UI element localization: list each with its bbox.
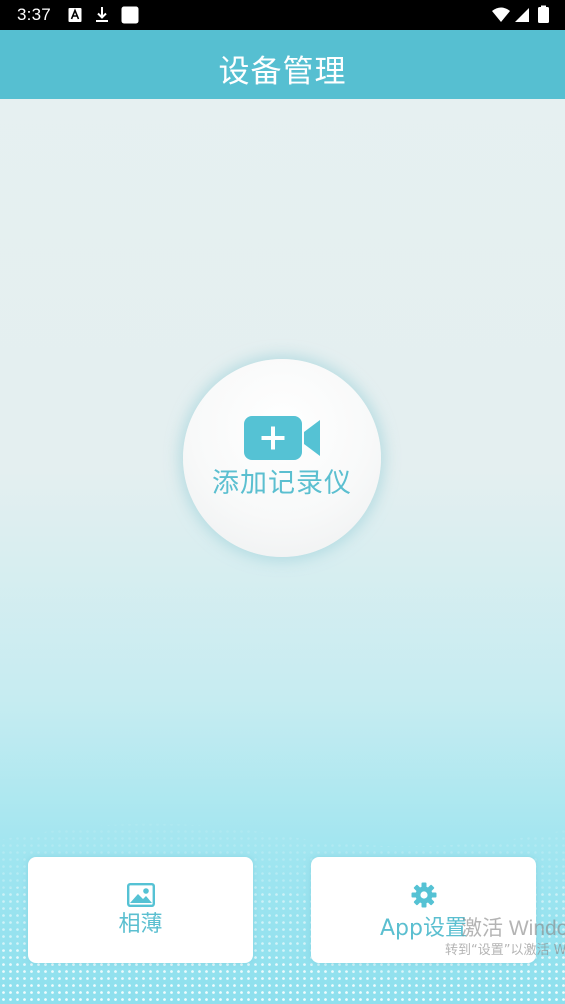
image-icon <box>126 883 155 907</box>
video-camera-add-icon <box>244 416 320 460</box>
device-management-screen: 3:37 设备管理 添加记录仪 相薄 App设置 激活 Windo 转到“设置”… <box>0 0 565 1004</box>
font-notification-icon <box>68 8 82 22</box>
add-recorder-label: 添加记录仪 <box>212 468 352 499</box>
app-header: 设备管理 <box>0 30 565 99</box>
windows-activation-watermark-title: 激活 Windows <box>461 917 565 940</box>
page-title: 设备管理 <box>218 54 347 90</box>
windows-activation-watermark-subtitle: 转到“设置”以激活 Windows。 <box>445 943 565 958</box>
wifi-icon <box>492 7 510 22</box>
status-bar: 3:37 <box>0 0 565 30</box>
gear-icon <box>411 882 436 908</box>
battery-icon <box>538 5 549 23</box>
album-label: 相薄 <box>118 912 163 937</box>
album-button[interactable]: 相薄 <box>28 857 253 963</box>
square-notification-icon <box>121 6 139 24</box>
cellular-signal-icon <box>515 8 529 22</box>
status-time: 3:37 <box>17 5 51 24</box>
add-recorder-button[interactable]: 添加记录仪 <box>183 359 381 557</box>
status-right-icons <box>492 5 549 23</box>
download-icon <box>96 7 108 22</box>
